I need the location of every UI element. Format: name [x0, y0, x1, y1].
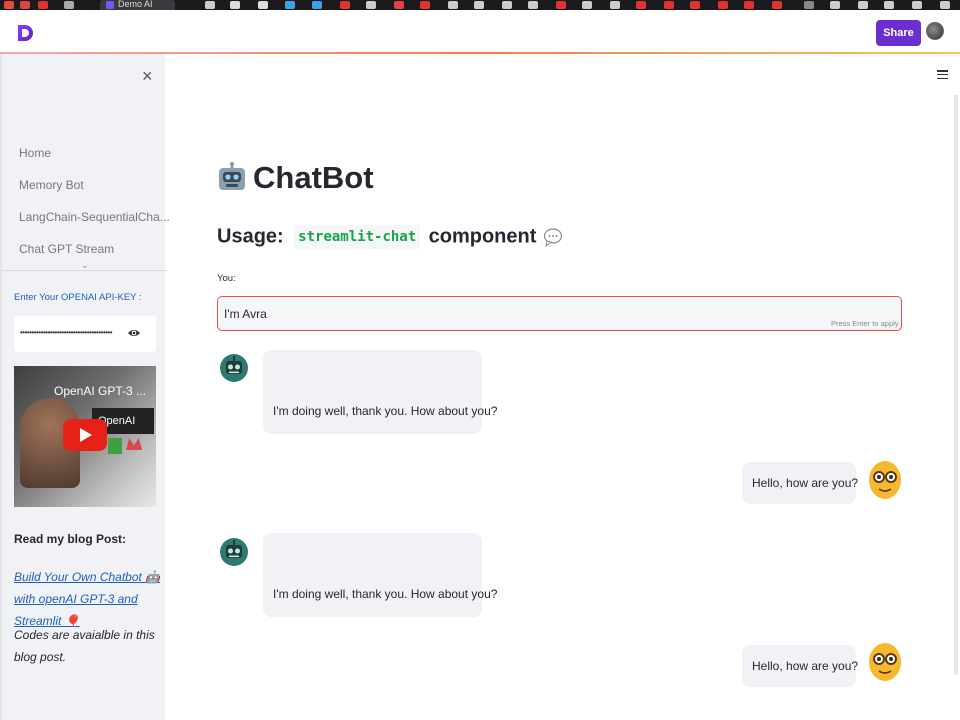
browser-tab[interactable]: [64, 1, 74, 9]
browser-tab[interactable]: [690, 1, 700, 9]
input-label: You:: [217, 273, 236, 284]
api-key-value: ••••••••••••••••••••••••••••••••••••••••: [20, 328, 113, 337]
user-message-text: Hello, how are you?: [752, 476, 859, 490]
sidebar: × Home Memory Bot LangChain-SequentialCh…: [0, 54, 170, 720]
browser-tab[interactable]: [205, 1, 215, 9]
browser-tab-active[interactable]: Demo AI: [100, 0, 175, 10]
nerd-face-avatar-icon: [869, 643, 901, 681]
browser-tab[interactable]: [474, 1, 484, 9]
input-hint: Press Enter to apply: [831, 319, 899, 328]
usage-code: streamlit-chat: [294, 225, 421, 249]
browser-tab[interactable]: [312, 1, 322, 9]
browser-tab[interactable]: [420, 1, 430, 9]
browser-tab[interactable]: [285, 1, 295, 9]
sidebar-item-memory-bot[interactable]: Memory Bot: [19, 178, 170, 210]
blog-post-link[interactable]: Build Your Own Chatbot 🤖 with openAI GPT…: [14, 566, 162, 632]
api-key-label: Enter Your OPENAI API-KEY :: [14, 292, 142, 303]
speech-bubble-icon: [543, 228, 562, 247]
browser-tab[interactable]: [912, 1, 922, 9]
tab-favicon-icon: [106, 1, 114, 9]
browser-tab[interactable]: [556, 1, 566, 9]
browser-tab[interactable]: [502, 1, 512, 9]
gpt3-badge: [108, 438, 122, 454]
browser-tab[interactable]: [940, 1, 950, 9]
browser-tab[interactable]: [664, 1, 674, 9]
browser-tab[interactable]: [884, 1, 894, 9]
browser-tab[interactable]: [4, 1, 14, 9]
user-message-text: Hello, how are you?: [752, 659, 859, 673]
robot-avatar-icon: [220, 354, 248, 382]
usage-heading: Usage: streamlit-chat component: [217, 225, 563, 257]
browser-tab[interactable]: [830, 1, 840, 9]
sidebar-item-langchain[interactable]: LangChain-SequentialCha...: [19, 210, 170, 242]
sidebar-item-home[interactable]: Home: [19, 146, 170, 178]
robot-avatar-icon: [220, 538, 248, 566]
video-title: OpenAI GPT-3 ...: [54, 384, 147, 398]
user-message-bubble: Hello, how are you?: [742, 462, 859, 504]
nerd-face-avatar-icon: [869, 461, 901, 499]
bot-message-bubble: I'm doing well, thank you. How about you…: [263, 533, 497, 617]
browser-tab[interactable]: [448, 1, 458, 9]
page-title: ChatBot: [253, 160, 374, 195]
robot-title-icon: [219, 162, 245, 190]
eye-icon[interactable]: [127, 326, 141, 340]
browser-tab[interactable]: [20, 1, 30, 9]
hamburger-menu-icon[interactable]: [937, 70, 948, 80]
browser-tab-strip: Demo AI: [0, 0, 960, 10]
blog-heading: Read my blog Post:: [14, 532, 127, 546]
browser-tab[interactable]: [340, 1, 350, 9]
browser-tab[interactable]: [804, 1, 814, 9]
user-avatar-top[interactable]: [926, 22, 944, 40]
browser-tab[interactable]: [258, 1, 268, 9]
tab-title: Demo AI: [118, 0, 153, 9]
app-header: Share: [0, 10, 960, 54]
share-button[interactable]: Share: [876, 20, 921, 46]
browser-tab[interactable]: [528, 1, 538, 9]
bot-message-bubble: I'm doing well, thank you. How about you…: [263, 350, 497, 434]
chat-input[interactable]: [217, 296, 902, 331]
youtube-play-icon[interactable]: [63, 419, 107, 451]
api-key-input[interactable]: ••••••••••••••••••••••••••••••••••••••••: [14, 316, 156, 352]
browser-tab[interactable]: [582, 1, 592, 9]
bot-message-text: I'm doing well, thank you. How about you…: [273, 404, 498, 418]
browser-tab[interactable]: [38, 1, 48, 9]
browser-tab[interactable]: [230, 1, 240, 9]
bot-message-text: I'm doing well, thank you. How about you…: [273, 587, 498, 601]
browser-tab[interactable]: [636, 1, 646, 9]
scrollbar[interactable]: [954, 95, 958, 675]
sidebar-nav: Home Memory Bot LangChain-SequentialCha.…: [19, 146, 170, 274]
browser-tab[interactable]: [744, 1, 754, 9]
sidebar-divider: [2, 270, 167, 271]
streamlit-logo-icon[interactable]: [16, 23, 34, 43]
youtube-video-embed[interactable]: OpenAI GPT-3 ... OpenAI: [14, 366, 156, 507]
browser-tab[interactable]: [394, 1, 404, 9]
close-icon[interactable]: ×: [142, 66, 153, 87]
usage-suffix: component: [428, 225, 537, 248]
browser-tab[interactable]: [610, 1, 620, 9]
user-message-bubble: Hello, how are you?: [742, 645, 859, 687]
codes-note: Codes are avaialble in this blog post.: [14, 628, 155, 664]
browser-tab[interactable]: [366, 1, 376, 9]
usage-prefix: Usage:: [217, 225, 284, 248]
browser-tab[interactable]: [858, 1, 868, 9]
browser-tab[interactable]: [772, 1, 782, 9]
browser-tab[interactable]: [718, 1, 728, 9]
